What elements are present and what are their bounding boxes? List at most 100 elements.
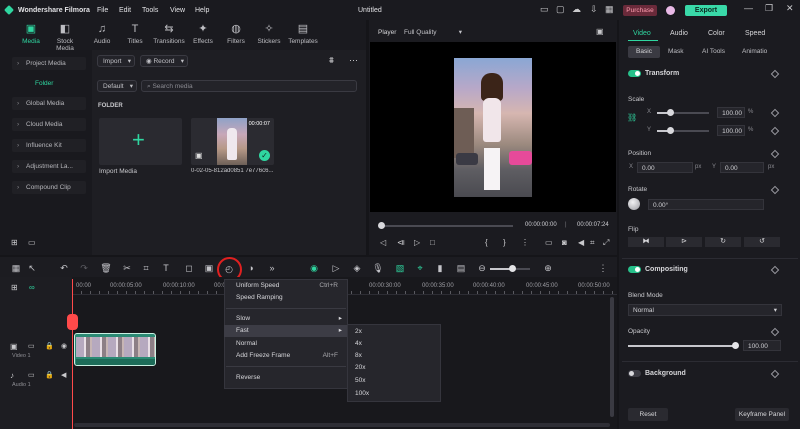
camera-icon[interactable]: ◙: [562, 238, 567, 247]
layout-icon[interactable]: ▦: [10, 263, 22, 274]
scale-y-slider[interactable]: [657, 127, 709, 134]
keyframe-panel-button[interactable]: Keyframe Panel: [735, 408, 789, 421]
timeline-scrollbar[interactable]: [610, 297, 614, 417]
reset-button[interactable]: Reset: [628, 408, 668, 421]
menu-item-uniform-speed[interactable]: Uniform Speed Ctrl+R: [224, 280, 348, 292]
video-clip[interactable]: [74, 333, 156, 366]
stop-icon[interactable]: □: [430, 238, 435, 247]
blend-mode-dropdown[interactable]: Normal ▾: [628, 304, 782, 316]
tab-color[interactable]: Color: [708, 30, 725, 37]
submenu-item-50x[interactable]: 50x: [343, 375, 437, 387]
subtab-basic[interactable]: Basic: [628, 46, 660, 58]
position-x-value[interactable]: 0.00: [637, 162, 693, 173]
prev-frame-icon[interactable]: ◁: [380, 238, 386, 247]
tab-stickers[interactable]: ✧ Stickers: [252, 22, 286, 45]
submenu-item-4x[interactable]: 4x: [343, 338, 437, 350]
menu-help[interactable]: Help: [195, 2, 209, 19]
menu-edit[interactable]: Edit: [119, 2, 131, 19]
color-icon[interactable]: ◑: [245, 263, 257, 273]
snapshot-icon[interactable]: ▣: [596, 27, 604, 36]
rotate-value[interactable]: 0.00°: [648, 199, 764, 210]
tab-titles[interactable]: T Titles: [118, 22, 152, 45]
play-icon[interactable]: ▷: [414, 238, 420, 247]
menu-tools[interactable]: Tools: [142, 2, 158, 19]
tab-effects[interactable]: ✦ Effects: [186, 22, 220, 45]
menu-item-speed-ramping[interactable]: Speed Ramping: [224, 292, 348, 304]
menu-item-normal[interactable]: Normal: [224, 338, 348, 350]
transform-toggle[interactable]: [628, 70, 641, 77]
rotate-right-button[interactable]: ↻: [705, 237, 741, 247]
crop-icon[interactable]: ⌗: [590, 238, 595, 248]
timeline-settings-icon[interactable]: ⋮: [597, 263, 609, 274]
more-tools-icon[interactable]: »: [266, 263, 278, 273]
mark-out-icon[interactable]: }: [503, 238, 506, 247]
subtab-ai-tools[interactable]: AI Tools: [702, 48, 725, 55]
render-icon[interactable]: ◉: [308, 263, 320, 274]
sidebar-item-folder[interactable]: Folder: [35, 80, 53, 87]
tab-audio[interactable]: Audio: [670, 30, 688, 37]
insert-icon[interactable]: ⋮: [521, 238, 529, 247]
audio-track-lock-icon[interactable]: 🔒: [45, 371, 54, 379]
sidebar-item-project-media[interactable]: Project Media: [12, 57, 86, 70]
zoom-in-icon[interactable]: ⊕: [542, 263, 554, 274]
timeline-h-scrollbar[interactable]: [74, 423, 610, 427]
rotate-left-button[interactable]: ↺: [744, 237, 780, 247]
subtitle-icon[interactable]: ▤: [455, 263, 467, 274]
menu-item-reverse[interactable]: Reverse: [224, 372, 348, 384]
fullscreen-icon[interactable]: ⤢: [603, 238, 609, 248]
grid-icon[interactable]: ▦: [605, 4, 614, 15]
quality-dropdown[interactable]: Full Quality ▾: [404, 27, 464, 38]
display-icon[interactable]: ▭: [545, 238, 553, 247]
avatar[interactable]: [666, 6, 675, 15]
text-tool-icon[interactable]: T: [160, 263, 172, 273]
menu-item-fast[interactable]: Fast ▸: [224, 325, 348, 337]
scale-x-slider[interactable]: [657, 109, 709, 116]
tab-stock-media[interactable]: ◧ Stock Media: [48, 22, 82, 52]
folder-icon[interactable]: ▭: [28, 238, 36, 247]
more-options-icon[interactable]: ⋯: [349, 55, 358, 66]
subtab-animation[interactable]: Animatio: [742, 48, 767, 55]
marker-icon[interactable]: ▮: [434, 263, 446, 274]
settings-icon[interactable]: ▭: [540, 4, 549, 15]
import-dropdown[interactable]: Import ▾: [97, 55, 135, 67]
scale-x-value[interactable]: 100.00: [717, 107, 745, 118]
cut-icon[interactable]: ✂: [121, 263, 133, 274]
delete-icon[interactable]: 🗑: [100, 263, 112, 274]
redo-icon[interactable]: ↷: [78, 263, 90, 274]
subtab-mask[interactable]: Mask: [668, 48, 684, 55]
sidebar-item-global-media[interactable]: Global Media: [12, 97, 86, 110]
monitor-icon[interactable]: ▢: [556, 4, 565, 15]
menu-view[interactable]: View: [170, 2, 185, 19]
opacity-value[interactable]: 100.00: [743, 340, 781, 351]
sidebar-item-influence-kit[interactable]: Influence Kit: [12, 139, 86, 152]
add-track-icon[interactable]: ⊞: [11, 283, 18, 292]
sort-dropdown[interactable]: Default ▾: [97, 80, 137, 92]
crop-tool-icon[interactable]: ⌗: [140, 263, 152, 274]
record-dropdown[interactable]: ◉ Record ▾: [140, 55, 188, 67]
audio-track-mute-icon[interactable]: ◀: [61, 371, 66, 379]
video-track-lock-icon[interactable]: 🔒: [45, 342, 54, 350]
ai-tool-icon[interactable]: ▣: [203, 263, 215, 274]
close-icon[interactable]: ✕: [786, 3, 794, 14]
export-button[interactable]: Export: [685, 5, 727, 16]
download-icon[interactable]: ⇩: [590, 4, 598, 15]
zoom-out-icon[interactable]: ⊖: [476, 263, 488, 274]
playback-progress-track[interactable]: [381, 225, 513, 227]
microphone-icon[interactable]: 🎙: [372, 263, 384, 274]
select-tool-icon[interactable]: ↖: [26, 263, 38, 274]
tab-speed[interactable]: Speed: [745, 30, 765, 37]
background-toggle[interactable]: [628, 370, 641, 377]
scale-y-value[interactable]: 100.00: [717, 125, 745, 136]
zoom-slider[interactable]: [490, 265, 530, 272]
link-icon[interactable]: ∞: [29, 283, 35, 292]
minimize-icon[interactable]: —: [744, 3, 753, 13]
step-back-icon[interactable]: ⧏: [397, 238, 405, 247]
snap-icon[interactable]: ⌖: [414, 263, 426, 274]
tab-audio[interactable]: ♫ Audio: [85, 22, 119, 45]
filter-icon[interactable]: ⩩: [329, 55, 334, 66]
new-folder-icon[interactable]: ⊞: [11, 238, 18, 247]
purchase-button[interactable]: Purchase: [623, 5, 657, 16]
menu-item-slow[interactable]: Slow ▸: [224, 313, 348, 325]
flip-vertical-button[interactable]: ⊳: [666, 237, 702, 247]
search-input[interactable]: ⌕ Search media: [141, 80, 357, 92]
